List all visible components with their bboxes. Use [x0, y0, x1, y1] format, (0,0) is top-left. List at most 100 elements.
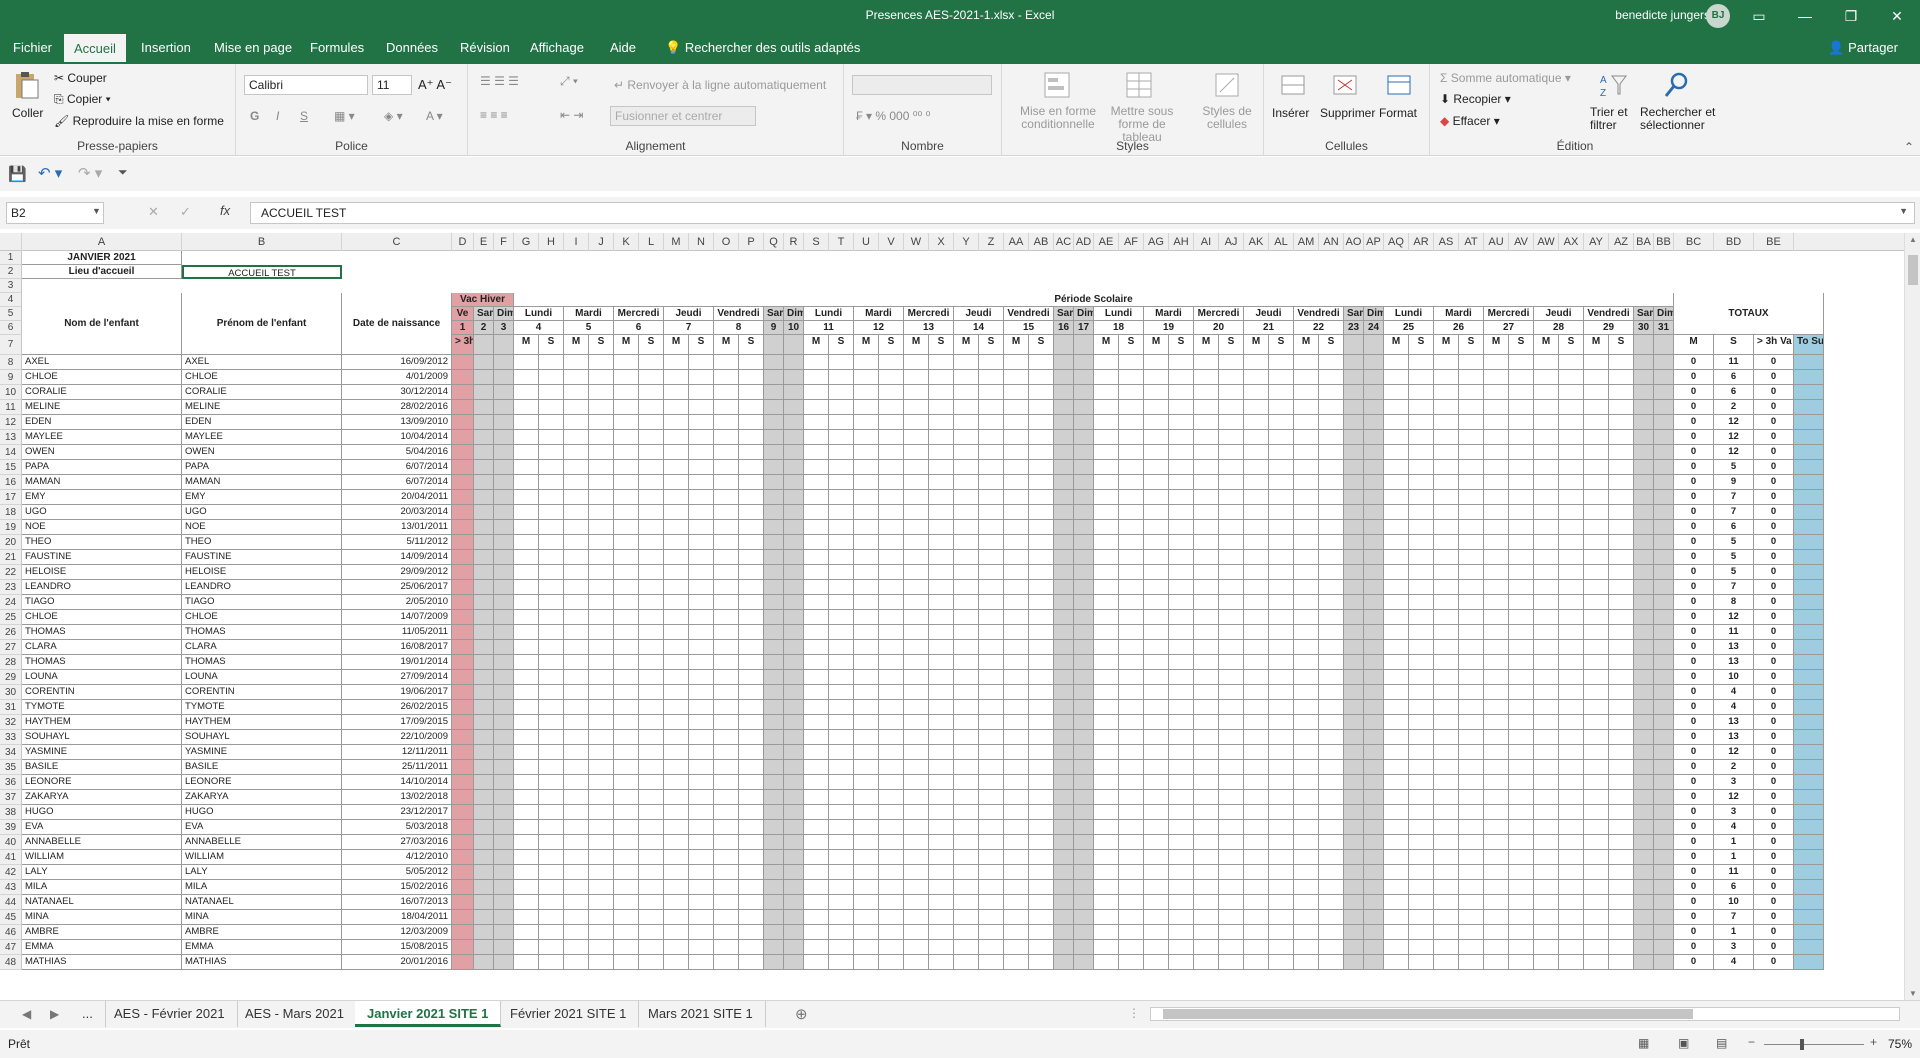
column-header[interactable]: AA — [1004, 233, 1029, 251]
row-header[interactable]: 13 — [0, 430, 22, 445]
wrap-text-button[interactable]: ↵ Renvoyer à la ligne automatiquement — [614, 78, 826, 92]
fill-button[interactable]: ⬇ Recopier ▾ — [1440, 92, 1511, 106]
tab-mise-en-page[interactable]: Mise en page — [204, 32, 302, 64]
underline-icon[interactable]: S — [300, 109, 308, 123]
column-header[interactable]: Q — [764, 233, 784, 251]
row-header[interactable]: 44 — [0, 895, 22, 910]
column-header[interactable]: AO — [1344, 233, 1364, 251]
row-header[interactable]: 39 — [0, 820, 22, 835]
row-header[interactable]: 8 — [0, 355, 22, 370]
column-header[interactable]: D — [452, 233, 474, 251]
normal-view-icon[interactable]: ▦ — [1638, 1036, 1649, 1050]
column-header[interactable]: AH — [1169, 233, 1194, 251]
sort-filter-icon[interactable]: AZ — [1598, 70, 1628, 100]
row-header[interactable]: 27 — [0, 640, 22, 655]
column-header[interactable]: AK — [1244, 233, 1269, 251]
column-header[interactable]: A — [22, 233, 182, 251]
font-color-icon[interactable]: A ▾ — [426, 109, 443, 123]
column-header[interactable]: G — [514, 233, 539, 251]
row-header[interactable]: 43 — [0, 880, 22, 895]
column-header[interactable]: AX — [1559, 233, 1584, 251]
magnifier-icon[interactable] — [1662, 70, 1692, 100]
tab-fichier[interactable]: Fichier — [3, 32, 62, 64]
name-box[interactable]: B2 — [6, 202, 104, 224]
sheet-tab-fevrier-site1[interactable]: Février 2021 SITE 1 — [498, 1001, 640, 1027]
column-header[interactable]: AS — [1434, 233, 1459, 251]
close-icon[interactable]: ✕ — [1874, 0, 1920, 32]
column-header[interactable]: AG — [1144, 233, 1169, 251]
autosum-button[interactable]: Σ Somme automatique ▾ — [1440, 71, 1571, 85]
row-header[interactable]: 4 — [0, 293, 22, 307]
column-header[interactable]: AV — [1509, 233, 1534, 251]
column-header[interactable]: AR — [1409, 233, 1434, 251]
horizontal-scrollbar[interactable] — [1150, 1007, 1900, 1021]
column-header[interactable]: AC — [1054, 233, 1074, 251]
column-header[interactable]: P — [739, 233, 764, 251]
zoom-out-icon[interactable]: − — [1748, 1035, 1755, 1049]
tab-affichage[interactable]: Affichage — [520, 32, 594, 64]
grow-font-icon[interactable]: A⁺ A⁻ — [418, 77, 452, 93]
column-header[interactable]: AN — [1319, 233, 1344, 251]
column-header[interactable]: AD — [1074, 233, 1094, 251]
column-header[interactable]: AQ — [1384, 233, 1409, 251]
zoom-slider[interactable] — [1764, 1044, 1864, 1045]
column-header[interactable]: AY — [1584, 233, 1609, 251]
tab-accueil[interactable]: Accueil — [64, 34, 126, 64]
row-header[interactable]: 20 — [0, 535, 22, 550]
row-header[interactable]: 5 — [0, 307, 22, 321]
row-header[interactable]: 15 — [0, 460, 22, 475]
worksheet-grid[interactable]: A B C D E F G H I J K L M N O P Q R S T U V W X Y Z AA AB AC AD AE AF AG… — [0, 233, 1904, 1000]
zoom-in-icon[interactable]: + — [1870, 1035, 1877, 1049]
prev-sheet-icon[interactable]: ◀ — [22, 1007, 31, 1021]
row-header[interactable]: 28 — [0, 655, 22, 670]
row-header[interactable]: 14 — [0, 445, 22, 460]
column-header[interactable]: R — [784, 233, 804, 251]
column-header[interactable]: AW — [1534, 233, 1559, 251]
row-header[interactable]: 21 — [0, 550, 22, 565]
row-header[interactable]: 6 — [0, 321, 22, 335]
save-icon[interactable]: 💾 — [8, 165, 27, 183]
column-header[interactable]: AM — [1294, 233, 1319, 251]
row-header[interactable]: 42 — [0, 865, 22, 880]
column-header[interactable]: BE — [1754, 233, 1794, 251]
scroll-up-icon[interactable]: ▲ — [1909, 235, 1917, 244]
row-header[interactable]: 22 — [0, 565, 22, 580]
column-header[interactable]: U — [854, 233, 879, 251]
paste-icon[interactable] — [12, 70, 42, 100]
conditional-format-icon[interactable] — [1042, 70, 1072, 100]
column-header[interactable]: J — [589, 233, 614, 251]
minimize-icon[interactable]: — — [1782, 0, 1828, 32]
tab-revision[interactable]: Révision — [450, 32, 520, 64]
column-header[interactable]: H — [539, 233, 564, 251]
vertical-scroll-thumb[interactable] — [1908, 255, 1918, 285]
column-header[interactable]: I — [564, 233, 589, 251]
column-header[interactable]: V — [879, 233, 904, 251]
expand-formula-icon[interactable]: ▼ — [1899, 206, 1908, 216]
sheet-tab-aes-mars[interactable]: AES - Mars 2021 — [233, 1001, 357, 1027]
column-header[interactable]: BC — [1674, 233, 1714, 251]
avatar[interactable]: BJ — [1706, 4, 1730, 28]
row-header[interactable]: 26 — [0, 625, 22, 640]
column-header[interactable]: T — [829, 233, 854, 251]
tab-insertion[interactable]: Insertion — [131, 32, 201, 64]
number-format-select[interactable] — [852, 75, 992, 95]
page-break-icon[interactable]: ▤ — [1716, 1036, 1727, 1050]
conditional-format-button[interactable]: Mise en forme conditionnelle — [1016, 105, 1100, 131]
row-header[interactable]: 45 — [0, 910, 22, 925]
row-header[interactable]: 3 — [0, 279, 22, 293]
fill-color-icon[interactable]: ◈ ▾ — [384, 109, 403, 123]
user-name[interactable]: benedicte jungers — [1615, 8, 1710, 22]
scroll-down-icon[interactable]: ▼ — [1909, 989, 1917, 998]
tab-aide[interactable]: Aide — [600, 32, 646, 64]
row-header[interactable]: 12 — [0, 415, 22, 430]
merge-center-button[interactable]: Fusionner et centrer — [610, 106, 756, 126]
italic-icon[interactable]: I — [276, 109, 279, 123]
column-header[interactable]: BB — [1654, 233, 1674, 251]
clear-button[interactable]: ◆ Effacer ▾ — [1440, 114, 1500, 128]
sheet-tab-mars-site1[interactable]: Mars 2021 SITE 1 — [636, 1001, 766, 1027]
format-icon[interactable] — [1384, 70, 1414, 100]
tab-splitter-icon[interactable]: ⋮ — [1128, 1006, 1140, 1020]
ribbon-display-icon[interactable]: ▭ — [1736, 0, 1782, 32]
column-header[interactable]: AE — [1094, 233, 1119, 251]
row-header[interactable]: 17 — [0, 490, 22, 505]
